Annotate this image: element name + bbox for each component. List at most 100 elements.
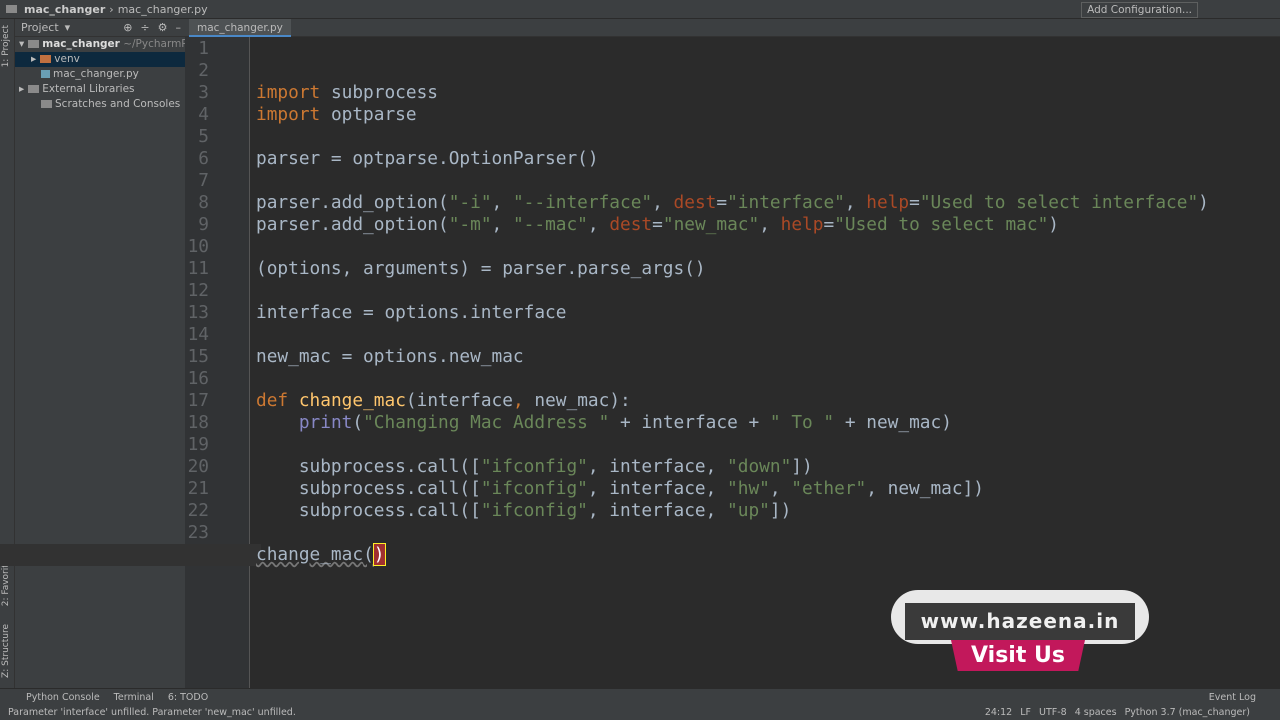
- line-number: 21: [187, 478, 209, 499]
- status-bar: Parameter 'interface' unfilled. Paramete…: [0, 705, 1280, 720]
- code-token: "ifconfig": [480, 456, 588, 477]
- project-panel: Project ▾ ⊕ ÷ ⚙ – ▾ mac_changer ~/PycharmProj…: [15, 19, 223, 688]
- line-number: 23: [187, 522, 209, 543]
- tab-mac-changer[interactable]: mac_changer.py: [189, 19, 291, 37]
- line-number: 20: [187, 456, 209, 477]
- project-tool-tab[interactable]: 1: Project: [1, 25, 11, 67]
- tree-item[interactable]: mac_changer.py: [15, 67, 185, 82]
- code-token: subprocess: [320, 82, 438, 103]
- code-token: ,: [759, 214, 781, 235]
- code-token: "hw": [727, 478, 770, 499]
- vertical-scrollbar[interactable]: [1270, 37, 1280, 688]
- structure-tool-tab[interactable]: Z: Structure: [1, 624, 11, 678]
- editor-tabs: mac_changer.py: [185, 19, 1280, 37]
- python-console-tab[interactable]: Python Console: [26, 692, 100, 703]
- code-token: subprocess.call([: [256, 500, 481, 521]
- line-number: 9: [198, 214, 209, 235]
- locate-icon[interactable]: ⊕: [123, 21, 132, 34]
- code-line[interactable]: parser.add_option("-i", "--interface", d…: [256, 192, 1209, 214]
- tree-item-label: mac_changer: [42, 38, 120, 50]
- code-token: "down": [727, 456, 792, 477]
- code-line[interactable]: import optparse: [256, 104, 417, 126]
- code-token: ): [1198, 192, 1209, 213]
- code-token: dest: [673, 192, 717, 213]
- project-view-dropdown[interactable]: Project: [21, 21, 59, 34]
- code-token: , interface,: [587, 456, 728, 477]
- code-token: dest: [609, 214, 653, 235]
- line-gutter: 123456789101112131415161718192021222324: [185, 37, 250, 688]
- code-token: def: [256, 390, 289, 411]
- breadcrumb-sep: ›: [109, 2, 114, 16]
- event-log-tab[interactable]: Event Log: [1209, 692, 1280, 703]
- scratches-icon: [41, 100, 52, 108]
- code-line[interactable]: parser.add_option("-m", "--mac", dest="n…: [256, 214, 1059, 236]
- line-number: 10: [187, 236, 209, 257]
- tree-item[interactable]: ▾ mac_changer ~/PycharmProjects: [15, 37, 223, 52]
- terminal-tab[interactable]: Terminal: [114, 692, 154, 703]
- file-encoding[interactable]: UTF-8: [1039, 707, 1067, 718]
- gear-icon[interactable]: ⚙: [158, 21, 168, 34]
- tree-item[interactable]: ▸ External Libraries: [15, 82, 185, 97]
- code-token: parser.add_option(: [256, 192, 449, 213]
- expand-arrow-icon[interactable]: ▾: [19, 38, 24, 50]
- code-line[interactable]: subprocess.call(["ifconfig", interface, …: [256, 500, 791, 522]
- code-token: ): [1048, 214, 1060, 235]
- code-token: new_mac: [534, 390, 610, 411]
- code-line[interactable]: change_mac(): [0, 543, 386, 566]
- code-token: =: [652, 214, 663, 235]
- code-token: "interface": [727, 192, 845, 213]
- line-number: 14: [187, 324, 209, 345]
- line-number: 11: [187, 258, 209, 279]
- line-number: 5: [198, 126, 209, 147]
- code-token: "Used to select mac": [834, 214, 1049, 235]
- expand-arrow-icon[interactable]: ▸: [31, 53, 36, 65]
- breadcrumb-project[interactable]: mac_changer: [24, 3, 105, 16]
- code-token: help: [866, 192, 910, 213]
- expand-arrow-icon[interactable]: ▸: [19, 83, 24, 95]
- code-token: "--interface": [512, 192, 653, 213]
- code-line[interactable]: subprocess.call(["ifconfig", interface, …: [256, 456, 813, 478]
- add-configuration-button[interactable]: Add Configuration...: [1081, 2, 1198, 18]
- line-number: 1: [198, 38, 209, 59]
- code-token: subprocess.call([: [256, 478, 481, 499]
- code-token: ,: [587, 214, 610, 235]
- line-separator[interactable]: LF: [1020, 707, 1031, 718]
- code-token: (: [352, 412, 364, 433]
- chevron-down-icon[interactable]: ▾: [65, 21, 71, 34]
- line-number: 16: [187, 368, 209, 389]
- tree-item[interactable]: ▸ venv: [15, 52, 185, 67]
- interpreter-selector[interactable]: Python 3.7 (mac_changer): [1125, 707, 1250, 718]
- indent-setting[interactable]: 4 spaces: [1075, 707, 1117, 718]
- watermark-url: www.hazeena.in: [905, 603, 1135, 640]
- collapse-icon[interactable]: ÷: [140, 21, 149, 34]
- code-token: ,: [491, 214, 513, 235]
- code-line[interactable]: interface = options.interface: [256, 302, 566, 324]
- code-token: import: [256, 104, 321, 125]
- code-line[interactable]: subprocess.call(["ifconfig", interface, …: [256, 478, 984, 500]
- tree-item-label: venv: [54, 53, 80, 65]
- line-number: 7: [198, 170, 209, 191]
- code-token: , interface,: [587, 500, 728, 521]
- tree-item[interactable]: Scratches and Consoles: [15, 97, 185, 112]
- caret-position[interactable]: 24:12: [985, 707, 1012, 718]
- todo-tab[interactable]: 6: TODO: [168, 692, 208, 703]
- code-token: change_mac: [298, 390, 406, 411]
- code-token: new_mac = options.new_mac: [256, 346, 524, 367]
- code-token: =: [909, 192, 920, 213]
- hide-icon[interactable]: –: [176, 21, 182, 34]
- tool-window-bar: Python Console Terminal 6: TODO Event Lo…: [0, 688, 1280, 705]
- code-token: ]): [769, 500, 792, 521]
- code-line[interactable]: (options, arguments) = parser.parse_args…: [256, 258, 706, 280]
- tree-item-label: mac_changer.py: [53, 68, 139, 80]
- code-line[interactable]: def change_mac(interface, new_mac):: [256, 390, 631, 412]
- code-line[interactable]: import subprocess: [256, 82, 438, 104]
- code-line[interactable]: parser = optparse.OptionParser(): [256, 148, 599, 170]
- code-token: "ifconfig": [480, 478, 588, 499]
- code-token: ,: [769, 478, 792, 499]
- breadcrumb-file[interactable]: mac_changer.py: [118, 3, 208, 16]
- code-line[interactable]: print("Changing Mac Address " + interfac…: [256, 412, 952, 434]
- tree-item-label: External Libraries: [42, 83, 135, 95]
- code-line[interactable]: new_mac = options.new_mac: [256, 346, 524, 368]
- code-token: , interface,: [587, 478, 728, 499]
